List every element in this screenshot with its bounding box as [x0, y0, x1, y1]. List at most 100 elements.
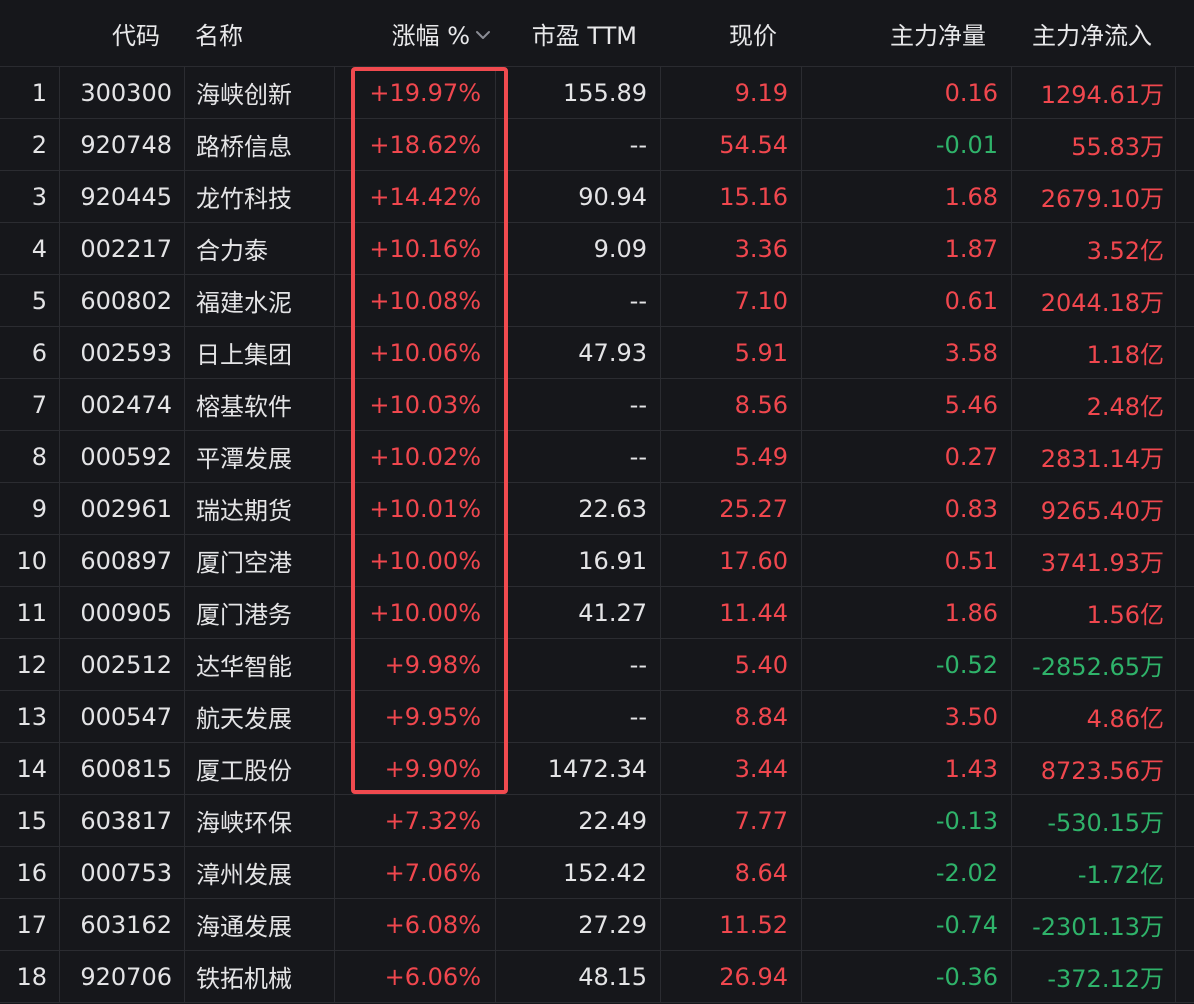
table-row[interactable]: 1 300300 海峡创新 +19.97% 155.89 9.19 0.16 1294.61万 [0, 67, 1194, 119]
table-row[interactable]: 3 920445 龙竹科技 +14.42% 90.94 15.16 1.68 2679.10万 [0, 171, 1194, 223]
stock-name: 厦门港务 [185, 587, 335, 638]
change-percent: +6.06% [335, 951, 496, 1002]
row-index: 16 [0, 847, 60, 898]
table-row[interactable]: 2 920748 路桥信息 +18.62% -- 54.54 -0.01 55.83万 [0, 119, 1194, 171]
current-price: 5.40 [661, 639, 802, 690]
stock-code: 000905 [60, 587, 185, 638]
stock-code: 000592 [60, 431, 185, 482]
current-price: 26.94 [661, 951, 802, 1002]
net-inflow: 8723.56万 [1012, 743, 1176, 794]
stock-code: 920445 [60, 171, 185, 222]
stock-name: 厦门空港 [185, 535, 335, 586]
change-percent: +9.90% [335, 743, 496, 794]
table-row[interactable]: 7 002474 榕基软件 +10.03% -- 8.56 5.46 2.48亿 [0, 379, 1194, 431]
stock-name: 海峡环保 [185, 795, 335, 846]
stock-code: 000547 [60, 691, 185, 742]
current-price: 17.60 [661, 535, 802, 586]
table-row[interactable]: 5 600802 福建水泥 +10.08% -- 7.10 0.61 2044.18万 [0, 275, 1194, 327]
net-volume: -0.01 [802, 119, 1012, 170]
net-volume: 5.46 [802, 379, 1012, 430]
stock-code: 603817 [60, 795, 185, 846]
net-volume: 3.50 [802, 691, 1012, 742]
pe-ttm: 22.49 [496, 795, 661, 846]
table-body: 1 300300 海峡创新 +19.97% 155.89 9.19 0.16 1294.61万… [0, 67, 1194, 1003]
table-row[interactable]: 16 000753 漳州发展 +7.06% 152.42 8.64 -2.02 -1.72亿 [0, 847, 1194, 899]
table-row[interactable]: 6 002593 日上集团 +10.06% 47.93 5.91 3.58 1.18亿 [0, 327, 1194, 379]
table-row[interactable]: 13 000547 航天发展 +9.95% -- 8.84 3.50 4.86亿 [0, 691, 1194, 743]
row-index: 6 [0, 327, 60, 378]
pe-ttm: 47.93 [496, 327, 661, 378]
stock-name: 厦工股份 [185, 743, 335, 794]
row-index: 9 [0, 483, 60, 534]
table-row[interactable]: 9 002961 瑞达期货 +10.01% 22.63 25.27 0.83 9265.40万 [0, 483, 1194, 535]
stock-name: 龙竹科技 [185, 171, 335, 222]
chevron-down-icon[interactable] [474, 28, 492, 42]
pe-ttm: 90.94 [496, 171, 661, 222]
row-index: 2 [0, 119, 60, 170]
row-index: 1 [0, 67, 60, 118]
table-row[interactable]: 11 000905 厦门港务 +10.00% 41.27 11.44 1.86 1.56亿 [0, 587, 1194, 639]
stock-code: 000753 [60, 847, 185, 898]
header-pe-ttm[interactable]: 市盈 TTM [496, 0, 661, 66]
net-volume: -0.36 [802, 951, 1012, 1002]
header-net-volume[interactable]: 主力净量 [802, 0, 1012, 66]
stock-name: 航天发展 [185, 691, 335, 742]
table-row[interactable]: 10 600897 厦门空港 +10.00% 16.91 17.60 0.51 3741.93… [0, 535, 1194, 587]
stock-name: 铁拓机械 [185, 951, 335, 1002]
net-inflow: -2301.13万 [1012, 899, 1176, 950]
header-change-label: 涨幅 % [391, 21, 470, 50]
stock-name: 漳州发展 [185, 847, 335, 898]
stock-code: 002474 [60, 379, 185, 430]
header-net-inflow[interactable]: 主力净流入 [1012, 0, 1176, 66]
stock-code: 600815 [60, 743, 185, 794]
net-volume: 3.58 [802, 327, 1012, 378]
current-price: 5.91 [661, 327, 802, 378]
header-price[interactable]: 现价 [661, 0, 802, 66]
net-inflow: -530.15万 [1012, 795, 1176, 846]
net-volume: -2.02 [802, 847, 1012, 898]
table-row[interactable]: 14 600815 厦工股份 +9.90% 1472.34 3.44 1.43 8723.56… [0, 743, 1194, 795]
table-row[interactable]: 4 002217 合力泰 +10.16% 9.09 3.36 1.87 3.52亿 [0, 223, 1194, 275]
net-volume: -0.74 [802, 899, 1012, 950]
change-percent: +7.06% [335, 847, 496, 898]
pe-ttm: -- [496, 275, 661, 326]
table-row[interactable]: 8 000592 平潭发展 +10.02% -- 5.49 0.27 2831.14万 [0, 431, 1194, 483]
stock-code: 920706 [60, 951, 185, 1002]
pe-ttm: 155.89 [496, 67, 661, 118]
row-index: 15 [0, 795, 60, 846]
table-row[interactable]: 12 002512 达华智能 +9.98% -- 5.40 -0.52 -2852.65万 [0, 639, 1194, 691]
pe-ttm: 16.91 [496, 535, 661, 586]
header-change[interactable]: 涨幅 % [335, 0, 496, 66]
net-inflow: 3.52亿 [1012, 223, 1176, 274]
row-index: 13 [0, 691, 60, 742]
table-row[interactable]: 15 603817 海峡环保 +7.32% 22.49 7.77 -0.13 -530.15万 [0, 795, 1194, 847]
current-price: 8.84 [661, 691, 802, 742]
stock-name: 达华智能 [185, 639, 335, 690]
current-price: 11.52 [661, 899, 802, 950]
change-percent: +10.01% [335, 483, 496, 534]
change-percent: +9.98% [335, 639, 496, 690]
change-percent: +10.02% [335, 431, 496, 482]
header-name[interactable]: 名称 [185, 0, 335, 66]
change-percent: +10.03% [335, 379, 496, 430]
current-price: 54.54 [661, 119, 802, 170]
row-index: 18 [0, 951, 60, 1002]
stock-code: 603162 [60, 899, 185, 950]
header-code[interactable]: 代码 [60, 0, 185, 66]
net-volume: 1.87 [802, 223, 1012, 274]
net-volume: 0.27 [802, 431, 1012, 482]
stock-name: 瑞达期货 [185, 483, 335, 534]
row-index: 4 [0, 223, 60, 274]
pe-ttm: 152.42 [496, 847, 661, 898]
table-row[interactable]: 17 603162 海通发展 +6.08% 27.29 11.52 -0.74 -2301.1… [0, 899, 1194, 951]
row-index: 10 [0, 535, 60, 586]
stock-name: 平潭发展 [185, 431, 335, 482]
net-inflow: 4.86亿 [1012, 691, 1176, 742]
stock-name: 合力泰 [185, 223, 335, 274]
table-row[interactable]: 18 920706 铁拓机械 +6.06% 48.15 26.94 -0.36 -372.12… [0, 951, 1194, 1003]
net-inflow: 2831.14万 [1012, 431, 1176, 482]
change-percent: +10.16% [335, 223, 496, 274]
stock-name: 海峡创新 [185, 67, 335, 118]
header-index [0, 0, 60, 66]
pe-ttm: 27.29 [496, 899, 661, 950]
